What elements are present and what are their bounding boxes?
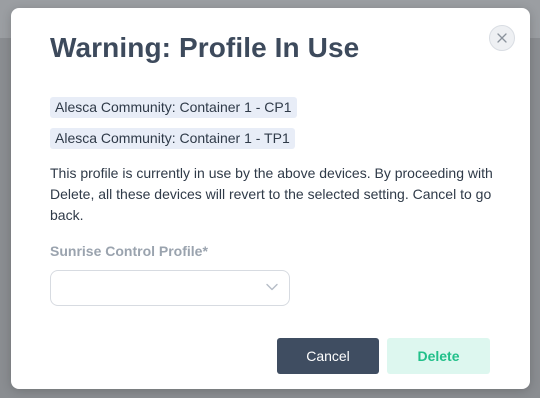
close-button[interactable] [489,25,515,51]
sunrise-profile-select[interactable] [50,270,290,306]
delete-button[interactable]: Delete [387,338,490,374]
cancel-button[interactable]: Cancel [277,338,379,374]
device-tag-cp1: Alesca Community: Container 1 - CP1 [50,97,297,118]
sunrise-profile-label: Sunrise Control Profile* [50,243,208,259]
close-icon [497,33,507,43]
warning-dialog: Warning: Profile In Use Alesca Community… [11,8,530,389]
warning-message: This profile is currently in use by the … [50,165,493,223]
dialog-title: Warning: Profile In Use [50,32,360,63]
chevron-down-icon [266,283,278,291]
device-tag-tp1: Alesca Community: Container 1 - TP1 [50,128,295,149]
